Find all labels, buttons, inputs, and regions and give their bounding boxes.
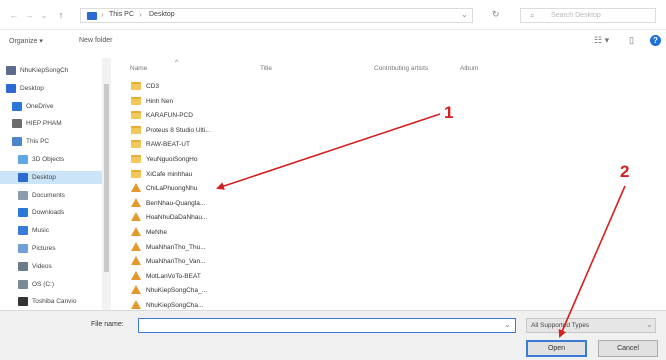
annotation-label-1: 1 (444, 103, 454, 122)
annotation-arrow-1 (216, 113, 441, 190)
annotation-overlay (216, 113, 626, 338)
annotation-label-2: 2 (620, 162, 630, 181)
annotation-arrow-2 (558, 185, 626, 338)
